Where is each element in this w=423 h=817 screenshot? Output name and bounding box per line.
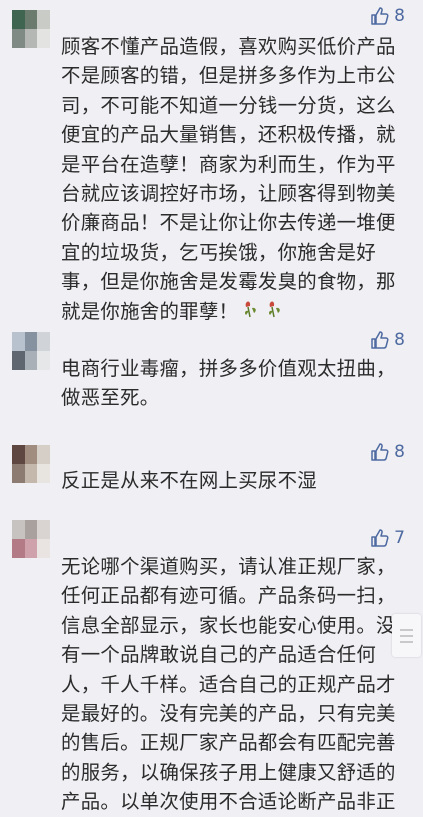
like-count: 8 xyxy=(394,6,405,26)
like-button[interactable]: 8 xyxy=(370,330,405,350)
like-button[interactable]: 7 xyxy=(370,528,405,548)
thumbs-up-icon xyxy=(371,7,389,25)
avatar[interactable] xyxy=(12,332,50,370)
like-button[interactable]: 8 xyxy=(370,442,405,462)
comment-text: 反正是从来不在网上买尿不湿 xyxy=(61,469,317,492)
comment-text: 无论哪个渠道购买，请认准正规厂家，任何正品都有迹可循。产品条码一扫，信息全部显示… xyxy=(61,555,396,814)
grip-line-icon xyxy=(400,640,413,643)
like-count: 8 xyxy=(394,330,405,350)
scroll-handle[interactable] xyxy=(392,614,421,657)
thumbs-up-icon xyxy=(371,443,389,461)
avatar[interactable] xyxy=(12,520,50,558)
avatar[interactable] xyxy=(12,445,50,483)
like-button[interactable]: 8 xyxy=(370,6,405,26)
comment-text: 电商行业毒瘤，拼多多价值观太扭曲，做恶至死。 xyxy=(61,357,396,410)
thumbs-up-icon xyxy=(371,331,389,349)
comment-item: 8 电商行业毒瘤，拼多多价值观太扭曲，做恶至死。 xyxy=(0,320,423,420)
thumbs-up-icon xyxy=(371,529,389,547)
avatar[interactable] xyxy=(12,10,50,48)
comment-item: 8 反正是从来不在网上买尿不湿 xyxy=(0,435,423,505)
comment-item: 8 顾客不懂产品造假，喜欢购买低价产品不是顾客的错，但是拼多多作为上市公司，不可… xyxy=(0,0,423,323)
grip-line-icon xyxy=(400,634,413,637)
grip-line-icon xyxy=(400,628,413,631)
comment-text: 顾客不懂产品造假，喜欢购买低价产品不是顾客的错，但是拼多多作为上市公司，不可能不… xyxy=(61,32,401,327)
like-count: 7 xyxy=(394,528,405,548)
comment-text-content: 顾客不懂产品造假，喜欢购买低价产品不是顾客的错，但是拼多多作为上市公司，不可能不… xyxy=(61,35,396,323)
like-count: 8 xyxy=(394,442,405,462)
comment-item: 7 无论哪个渠道购买，请认准正规厂家，任何正品都有迹可循。产品条码一扫，信息全部… xyxy=(0,515,423,813)
